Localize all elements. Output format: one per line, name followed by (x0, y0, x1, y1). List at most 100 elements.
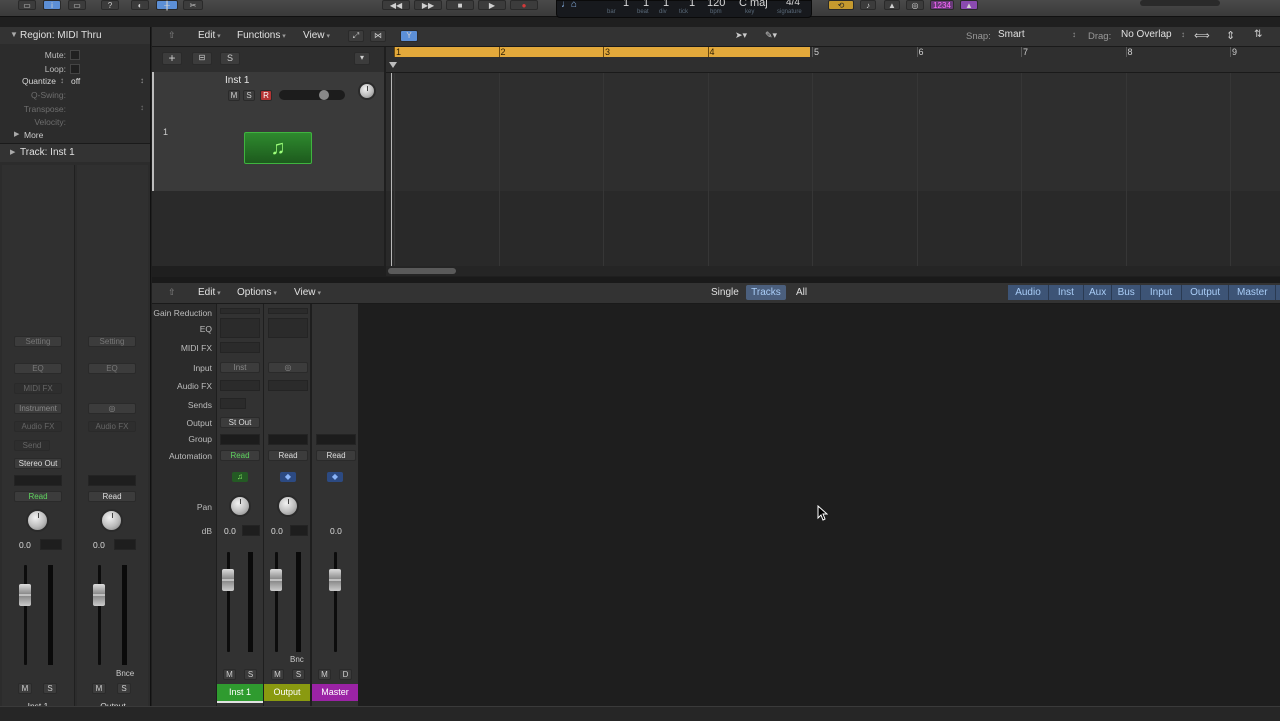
mixer-filter-master[interactable]: Master (1229, 285, 1277, 300)
global-solo-button[interactable]: S (220, 52, 240, 65)
left-output-slot[interactable]: Stereo Out (14, 458, 62, 469)
inst1-mute-button[interactable]: M (223, 669, 236, 680)
output-link-button[interactable]: ◎ (268, 362, 308, 373)
left-automation-button[interactable]: Read (14, 491, 62, 502)
left-group-slot[interactable] (14, 475, 62, 486)
mute-checkbox[interactable] (70, 50, 80, 60)
inst1-automation-button[interactable]: Read (220, 450, 260, 461)
stop-button[interactable]: ■ (446, 0, 474, 10)
left-volume-fader[interactable] (19, 584, 31, 606)
inst1-db-value[interactable]: 0.0 (224, 526, 236, 536)
drag-dropdown[interactable]: No Overlap ↕ (1121, 29, 1185, 43)
right-audio-fx-slot[interactable]: Audio FX (88, 421, 136, 432)
library-button[interactable]: ▭ (18, 0, 36, 10)
output-mute-button[interactable]: M (271, 669, 284, 680)
track-name[interactable]: Inst 1 (225, 75, 249, 86)
right-group-slot[interactable] (88, 475, 136, 486)
lcd-display[interactable]: ♩⌂ 1 1 1 1 bar beat div tick 120 bpm C m… (556, 0, 812, 18)
right-link-button[interactable]: ◎ (88, 403, 136, 414)
add-track-button[interactable]: + (162, 52, 182, 65)
cycle-button[interactable]: ⟲ (828, 0, 854, 10)
tuner-button[interactable]: ♪ (860, 0, 876, 10)
fit-horizontal-icon[interactable]: ⟺ (1194, 29, 1210, 42)
automation-toggle[interactable]: ⤢ (348, 30, 364, 42)
output-automation-button[interactable]: Read (268, 450, 308, 461)
record-button[interactable]: ● (510, 0, 538, 10)
toolbar-button[interactable]: ▭ (68, 0, 86, 10)
right-solo-button[interactable]: S (117, 683, 131, 694)
right-bounce-label[interactable]: Bnce (116, 669, 134, 678)
master-volume-slider[interactable] (1140, 0, 1220, 6)
master-name-plate[interactable]: Master (312, 684, 358, 701)
forward-button[interactable]: ▶▶ (414, 0, 442, 10)
mixer-edit-menu[interactable]: Edit (198, 286, 221, 301)
left-instrument-slot[interactable]: Instrument (14, 403, 62, 414)
loop-checkbox[interactable] (70, 64, 80, 74)
quantize-value[interactable]: off (71, 76, 80, 86)
track-mute-button[interactable]: M (228, 90, 240, 101)
lcd-tempo[interactable]: 120 (707, 0, 725, 9)
master-mute-button[interactable]: M (318, 669, 331, 680)
mixer-view-menu[interactable]: View (294, 286, 321, 301)
left-solo-button[interactable]: S (43, 683, 57, 694)
inst1-output-slot[interactable]: St Out (220, 417, 260, 428)
track-record-button[interactable]: R (260, 90, 272, 101)
rewind-button[interactable]: ◀◀ (382, 0, 410, 10)
output-pan-knob[interactable] (277, 495, 299, 517)
editors-button[interactable]: ✂ (183, 0, 203, 10)
output-audio-fx-slot[interactable] (268, 380, 308, 391)
left-pan-knob[interactable] (26, 509, 49, 532)
tracks-edit-menu[interactable]: Edit (198, 29, 221, 44)
mixer-filter-audio[interactable]: Audio (1008, 285, 1049, 300)
inst1-midi-fx-slot[interactable] (220, 342, 260, 353)
inst1-group-slot[interactable] (220, 434, 260, 445)
track-solo-button[interactable]: S (243, 90, 255, 101)
inst1-send-slot[interactable] (220, 398, 246, 409)
master-db-value[interactable]: 0.0 (330, 526, 342, 536)
track-volume-slider[interactable] (279, 90, 345, 100)
left-audio-fx-slot[interactable]: Audio FX (14, 421, 62, 432)
inst1-pan-knob[interactable] (229, 495, 251, 517)
info-button[interactable]: i (43, 0, 61, 10)
quantize-dropdown-icon[interactable]: ↕ (140, 76, 144, 85)
left-eq-slot[interactable]: EQ (14, 363, 62, 374)
track-pan-knob[interactable] (358, 82, 376, 100)
track-lane-inst1[interactable] (386, 73, 1280, 191)
right-pan-knob[interactable] (100, 509, 123, 532)
right-eq-slot[interactable]: EQ (88, 363, 136, 374)
output-volume-fader[interactable] (270, 569, 282, 591)
fit-vertical-icon[interactable]: ⇕ (1226, 29, 1235, 42)
quick-help-button[interactable]: ? (101, 0, 119, 10)
smart-controls-button[interactable]: ◐ (131, 0, 149, 10)
track-list-options[interactable]: ▾ (354, 52, 370, 65)
output-bounce-label[interactable]: Bnc (290, 655, 304, 664)
lcd-signature[interactable]: 4/4 (786, 0, 800, 8)
left-db-value[interactable]: 0.0 (19, 540, 31, 550)
snap-dropdown[interactable]: Smart ↕ (998, 29, 1080, 43)
left-send-slot[interactable]: Send (14, 440, 50, 451)
mixer-filter-aux[interactable]: Aux (1083, 285, 1113, 300)
play-button[interactable]: ▶ (478, 0, 506, 10)
output-eq-slot[interactable] (268, 318, 308, 338)
inst1-name-plate[interactable]: Inst 1 (217, 684, 263, 703)
mixer-button[interactable]: ╫ (156, 0, 178, 10)
right-automation-button[interactable]: Read (88, 491, 136, 502)
master-dim-button[interactable]: D (339, 669, 352, 680)
right-volume-fader[interactable] (93, 584, 105, 606)
mixer-mode-tracks[interactable]: Tracks (746, 285, 786, 300)
track-volume-handle[interactable] (319, 90, 329, 100)
mixer-filter-input[interactable]: Input (1141, 285, 1182, 300)
tracks-functions-menu[interactable]: Functions (237, 29, 286, 44)
right-mute-button[interactable]: M (92, 683, 106, 694)
left-mute-button[interactable]: M (18, 683, 32, 694)
output-db-value[interactable]: 0.0 (271, 526, 283, 536)
count-in-button[interactable]: 1234 (930, 0, 954, 10)
mixer-filter-m[interactable]: M (1276, 285, 1280, 300)
mixer-mode-all[interactable]: All (796, 287, 807, 298)
mixer-options-menu[interactable]: Options (237, 286, 277, 301)
track-inspector-header[interactable]: ▶ Track: Inst 1 (0, 143, 150, 162)
scrollbar-thumb[interactable] (388, 268, 456, 274)
solo-button[interactable]: ◎ (906, 0, 924, 10)
master-group-slot[interactable] (316, 434, 356, 445)
output-group-slot[interactable] (268, 434, 308, 445)
